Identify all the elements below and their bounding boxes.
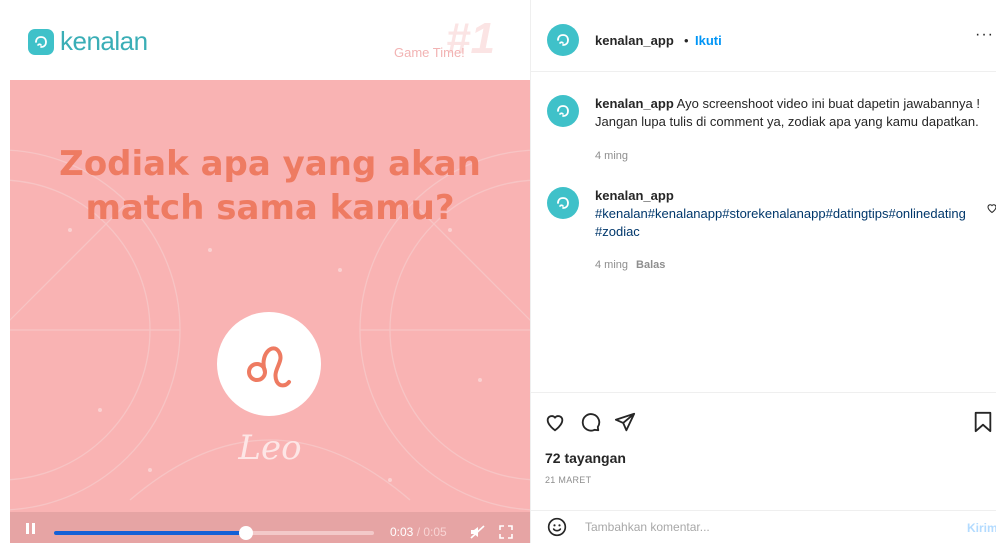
time-separator: / [413, 525, 424, 539]
like-button[interactable] [544, 411, 566, 438]
comment-input[interactable] [585, 520, 925, 534]
mute-button[interactable] [470, 525, 486, 543]
total-time: 0:05 [423, 525, 447, 539]
pause-icon [26, 523, 29, 534]
kenalan-logo-icon [557, 197, 569, 209]
header-username[interactable]: kenalan_app [595, 33, 674, 48]
post-header: kenalan_app • Ikuti ··· [531, 0, 996, 72]
video-panel: kenalan #1 Game Time! Zodiak apa yang ak… [0, 0, 530, 543]
save-button[interactable] [973, 411, 993, 438]
zodiac-name: Leo [238, 428, 302, 468]
headline-line-2: match sama kamu? [85, 188, 455, 228]
paper-plane-icon [614, 412, 636, 432]
post-date: 21 MARET [545, 475, 592, 485]
kenalan-logo-icon [557, 34, 569, 46]
progress-bar[interactable] [54, 526, 374, 540]
header-separator: • [684, 33, 689, 48]
emoji-icon [547, 517, 567, 537]
comment-age[interactable]: 4 ming [595, 150, 628, 162]
comment-body: kenalan_app Ayo screenshoot video ini bu… [595, 95, 995, 131]
add-comment-bar: Kirim [531, 510, 996, 543]
comment-bubble-icon [581, 413, 601, 432]
comment-age[interactable]: 4 ming [595, 259, 628, 271]
comment-hashtags[interactable]: #kenalan#kenalanapp#storekenalanapp#dati… [595, 205, 967, 241]
avatar[interactable] [547, 24, 579, 56]
game-time-label: Game Time! [394, 45, 465, 60]
kenalan-logo-icon [28, 28, 54, 55]
pause-button[interactable] [26, 523, 36, 534]
zodiac-badge [217, 312, 321, 416]
brand-name: kenalan [60, 26, 148, 56]
follow-button[interactable]: Ikuti [695, 33, 722, 48]
post-comment-button[interactable]: Kirim [967, 521, 996, 535]
more-options-button[interactable]: ··· [975, 26, 994, 44]
view-count[interactable]: 72 tayangan [545, 450, 626, 466]
comment-username[interactable]: kenalan_app [595, 187, 967, 205]
video-controls: 0:03 / 0:05 [10, 512, 530, 543]
heart-icon [987, 204, 996, 214]
time-readout: 0:03 / 0:05 [390, 525, 447, 539]
emoji-button[interactable] [547, 517, 567, 542]
comment-button[interactable] [579, 411, 601, 438]
video-headline: Zodiak apa yang akan match sama kamu? [10, 142, 530, 230]
reply-button[interactable]: Balas [636, 259, 665, 271]
video-player[interactable]: Zodiak apa yang akan match sama kamu? Le… [10, 80, 530, 512]
comment-like-button[interactable] [986, 201, 996, 219]
brand-logo: kenalan [28, 26, 148, 57]
avatar[interactable] [547, 95, 579, 127]
current-time: 0:03 [390, 525, 414, 539]
kenalan-logo-icon [557, 105, 569, 117]
video-top-strip: kenalan #1 Game Time! [0, 0, 530, 80]
comment-meta: 4 ming [595, 150, 628, 162]
avatar[interactable] [547, 187, 579, 219]
share-button[interactable] [614, 411, 636, 438]
leo-icon [247, 346, 291, 388]
post-actions: 72 tayangan 21 MARET Kirim [531, 392, 996, 542]
fullscreen-button[interactable] [499, 525, 513, 543]
comment-body: kenalan_app #kenalan#kenalanapp#storeken… [595, 187, 967, 241]
progress-fill [54, 531, 246, 535]
fullscreen-icon [499, 525, 513, 539]
bookmark-icon [974, 411, 992, 433]
headline-line-1: Zodiak apa yang akan [59, 144, 481, 184]
post-panel: kenalan_app • Ikuti ··· kenalan_app Ayo … [530, 0, 996, 543]
mute-icon [470, 525, 485, 539]
progress-scrubber[interactable] [239, 526, 253, 540]
comment-username[interactable]: kenalan_app [595, 96, 674, 111]
heart-icon [546, 415, 564, 432]
comment-meta: 4 ming Balas [595, 259, 665, 271]
